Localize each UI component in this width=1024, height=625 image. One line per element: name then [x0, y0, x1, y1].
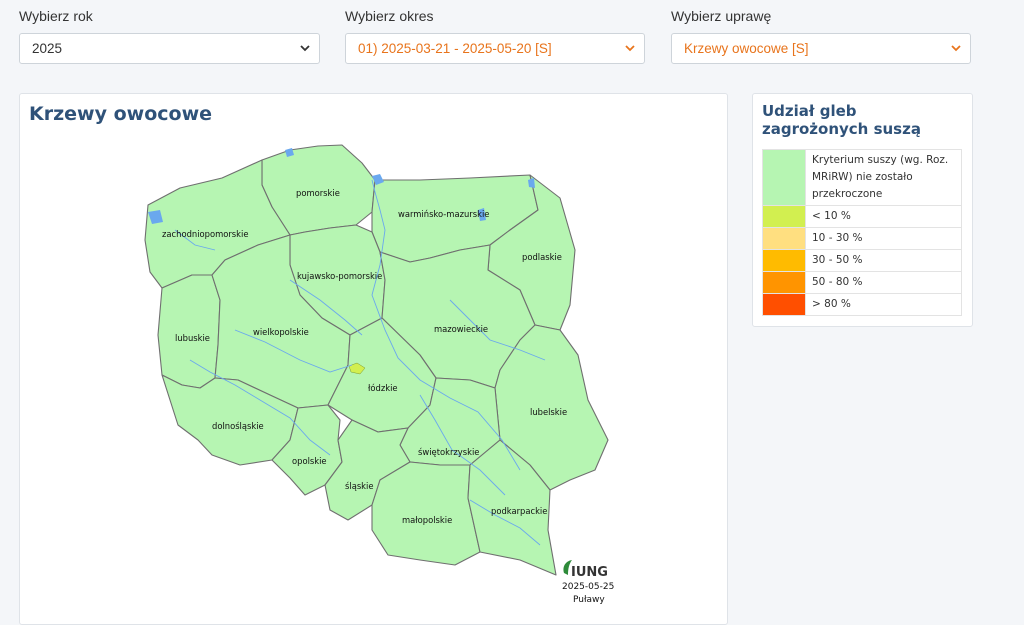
- region-label-swietokrzyskie: świętokrzyskie: [418, 447, 479, 457]
- legend-label: Kryterium suszy (wg. Roz. MRiRW) nie zos…: [805, 149, 962, 206]
- legend-row: < 10 %: [762, 205, 962, 228]
- legend-row: 50 - 80 %: [762, 271, 962, 294]
- legend-row: 10 - 30 %: [762, 227, 962, 250]
- region-label-kujawsko-pomorskie: kujawsko-pomorskie: [297, 271, 382, 281]
- legend-row: 30 - 50 %: [762, 249, 962, 272]
- region-label-slaskie: śląskie: [345, 481, 374, 491]
- legend-swatch: [762, 293, 806, 316]
- legend-swatch: [762, 227, 806, 250]
- region-label-podkarpackie: podkarpackie: [491, 506, 547, 516]
- svg-text:IUNG: IUNG: [571, 565, 608, 580]
- region-lubuskie[interactable]: [157, 274, 221, 389]
- legend-row: Kryterium suszy (wg. Roz. MRiRW) nie zos…: [762, 149, 962, 206]
- region-label-mazowieckie: mazowieckie: [434, 324, 488, 334]
- legend-row: > 80 %: [762, 293, 962, 316]
- region-label-lubuskie: lubuskie: [175, 333, 210, 343]
- legend-label: 10 - 30 %: [805, 227, 962, 250]
- region-label-lodzkie: łódzkie: [368, 383, 398, 393]
- legend-panel: Udział gleb zagrożonych suszą Kryterium …: [752, 93, 973, 327]
- map-date: 2025-05-25: [562, 582, 614, 592]
- legend-label: > 80 %: [805, 293, 962, 316]
- legend-table: Kryterium suszy (wg. Roz. MRiRW) nie zos…: [762, 149, 962, 316]
- map-place: Puławy: [573, 595, 605, 605]
- region-label-opolskie: opolskie: [292, 456, 327, 466]
- legend-swatch: [762, 149, 806, 206]
- region-label-malopolskie: małopolskie: [402, 515, 452, 525]
- iung-logo: IUNG: [563, 560, 608, 580]
- region-label-wielkopolskie: wielkopolskie: [253, 327, 309, 337]
- legend-label: < 10 %: [805, 205, 962, 228]
- region-label-warminsko-mazurskie: warmińsko-mazurskie: [398, 209, 489, 219]
- legend-title: Udział gleb zagrożonych suszą: [762, 102, 921, 138]
- legend-swatch: [762, 249, 806, 272]
- legend-swatch: [762, 205, 806, 228]
- region-malopolskie[interactable]: [371, 461, 481, 566]
- region-label-pomorskie: pomorskie: [296, 188, 340, 198]
- legend-label: 30 - 50 %: [805, 249, 962, 272]
- region-label-lubelskie: lubelskie: [530, 407, 567, 417]
- region-label-podlaskie: podlaskie: [522, 252, 562, 262]
- region-label-zachodniopomorskie: zachodniopomorskie: [162, 229, 249, 239]
- legend-swatch: [762, 271, 806, 294]
- region-label-dolnoslaskie: dolnośląskie: [212, 421, 264, 431]
- legend-label: 50 - 80 %: [805, 271, 962, 294]
